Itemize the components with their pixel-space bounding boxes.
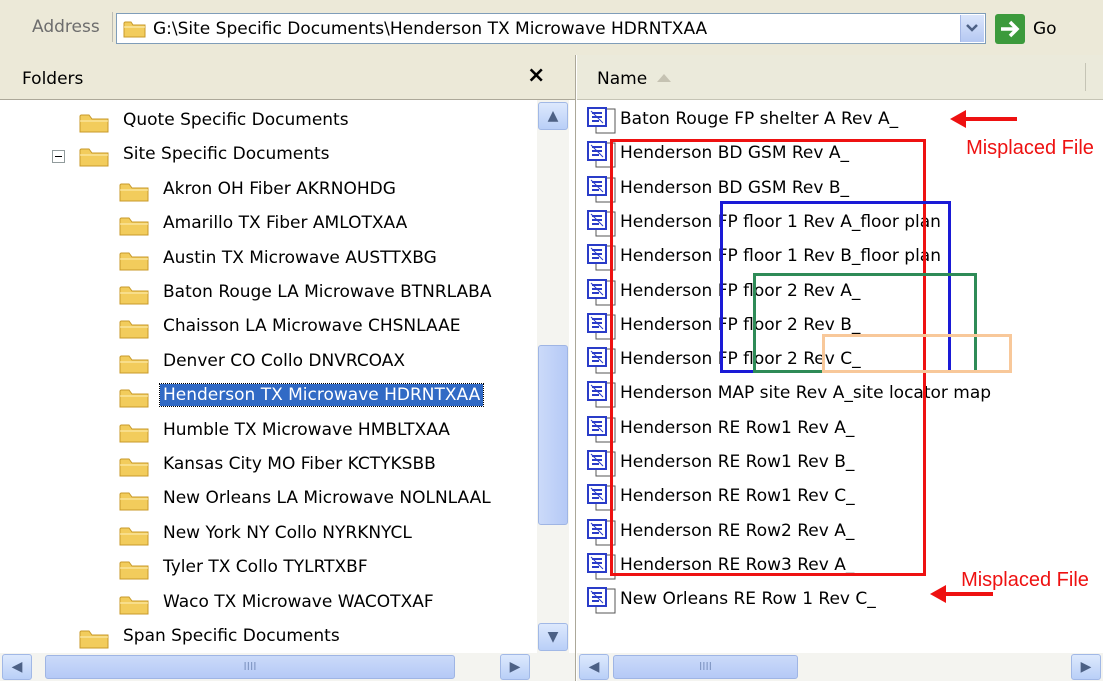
address-bar: Address G:\Site Specific Documents\Hende…: [0, 0, 1103, 55]
address-label: Address: [32, 17, 100, 37]
folder-label: New York NY Collo NYRKNYCL: [163, 522, 412, 543]
folder-icon: [118, 386, 150, 415]
address-separator: [112, 12, 113, 42]
folder-icon: [118, 558, 150, 587]
scrollbar-thumb[interactable]: IIII: [45, 655, 455, 679]
scroll-left-button[interactable]: ◀: [579, 654, 609, 680]
folders-vertical-scrollbar[interactable]: ▲ ▼: [537, 100, 569, 653]
folder-icon: [118, 524, 150, 553]
folder-icon: [118, 593, 150, 622]
folder-label: Tyler TX Collo TYLRTXBF: [163, 557, 368, 578]
file-label: Baton Rouge FP shelter A Rev A_: [620, 109, 899, 129]
document-icon: [587, 107, 617, 140]
go-button[interactable]: Go: [995, 14, 1095, 44]
folder-icon: [78, 627, 110, 656]
sort-ascending-icon: [657, 74, 671, 82]
folder-icon: [118, 214, 150, 243]
collapse-toggle[interactable]: [52, 150, 65, 163]
annotation-note-top: Misplaced File: [966, 137, 1094, 159]
folder-label: Austin TX Microwave AUSTTXBG: [163, 247, 437, 268]
scroll-up-button[interactable]: ▲: [538, 102, 568, 130]
scroll-right-button[interactable]: ▶: [500, 654, 530, 680]
arrow-left-icon: [950, 110, 966, 128]
chevron-down-icon: [966, 24, 978, 32]
folder-icon: [118, 352, 150, 381]
scroll-left-button[interactable]: ◀: [2, 654, 32, 680]
folder-label: Quote Specific Documents: [123, 110, 349, 130]
address-dropdown-button[interactable]: [960, 15, 984, 42]
go-label: Go: [1033, 19, 1057, 39]
arrow-left-icon: [930, 585, 946, 603]
folders-pane: Folders × Quote Specific Documents Site S…: [0, 55, 576, 681]
folder-icon: [118, 421, 150, 450]
file-list-pane: Name Baton Rouge FP shelter A Rev A_ Hend…: [577, 55, 1103, 681]
folder-label: Henderson TX Microwave HDRNTXAA: [158, 383, 485, 408]
folder-icon: [118, 455, 150, 484]
folder-label: Kansas City MO Fiber KCTYKSBB: [163, 454, 436, 474]
scroll-right-button[interactable]: ▶: [1071, 654, 1101, 680]
folder-label: Amarillo TX Fiber AMLOTXAA: [163, 213, 408, 234]
go-arrow-icon: [995, 14, 1025, 44]
scrollbar-thumb[interactable]: [538, 345, 568, 525]
folder-icon: [78, 145, 110, 174]
folder-icon: [78, 111, 110, 140]
folder-label: Chaisson LA Microwave CHSNLAAE: [163, 316, 461, 337]
folder-icon: [118, 249, 150, 278]
folder-label: Span Specific Documents: [123, 626, 340, 646]
address-input[interactable]: G:\Site Specific Documents\Henderson TX …: [116, 13, 986, 44]
column-divider[interactable]: [1085, 63, 1086, 91]
folder-label: New Orleans LA Microwave NOLNLAAL: [163, 488, 491, 509]
scroll-down-button[interactable]: ▼: [538, 623, 568, 651]
folders-header: Folders ×: [0, 55, 575, 100]
folder-label: Waco TX Microwave WACOTXAF: [163, 591, 434, 612]
files-horizontal-scrollbar[interactable]: ◀ IIII ▶: [577, 653, 1103, 681]
folder-icon: [123, 21, 146, 38]
folder-label: Akron OH Fiber AKRNOHDG: [163, 178, 396, 199]
annotation-orange-box: [822, 334, 1012, 373]
folder-label: Denver CO Collo DNVRCOAX: [163, 350, 406, 371]
folder-label: Humble TX Microwave HMBLTXAA: [163, 419, 450, 440]
address-path: G:\Site Specific Documents\Henderson TX …: [153, 19, 708, 39]
folder-icon: [118, 180, 150, 209]
file-label: New Orleans RE Row 1 Rev C_: [620, 589, 876, 610]
folder-label: Site Specific Documents: [123, 144, 330, 165]
annotation-note-bottom: Misplaced File: [961, 569, 1089, 591]
column-header-name[interactable]: Name: [577, 55, 1103, 100]
folder-icon: [118, 489, 150, 518]
document-icon: [587, 587, 617, 620]
folders-title: Folders: [22, 69, 84, 89]
folders-horizontal-scrollbar[interactable]: ◀ IIII ▶: [0, 653, 575, 681]
column-name-label: Name: [597, 69, 648, 89]
close-icon[interactable]: ×: [527, 63, 545, 88]
folder-icon: [118, 283, 150, 312]
folder-label: Baton Rouge LA Microwave BTNRLABA: [163, 282, 492, 302]
annotation-arrow-top: [965, 117, 1017, 121]
folder-icon: [118, 317, 150, 346]
scrollbar-thumb[interactable]: IIII: [613, 655, 798, 679]
